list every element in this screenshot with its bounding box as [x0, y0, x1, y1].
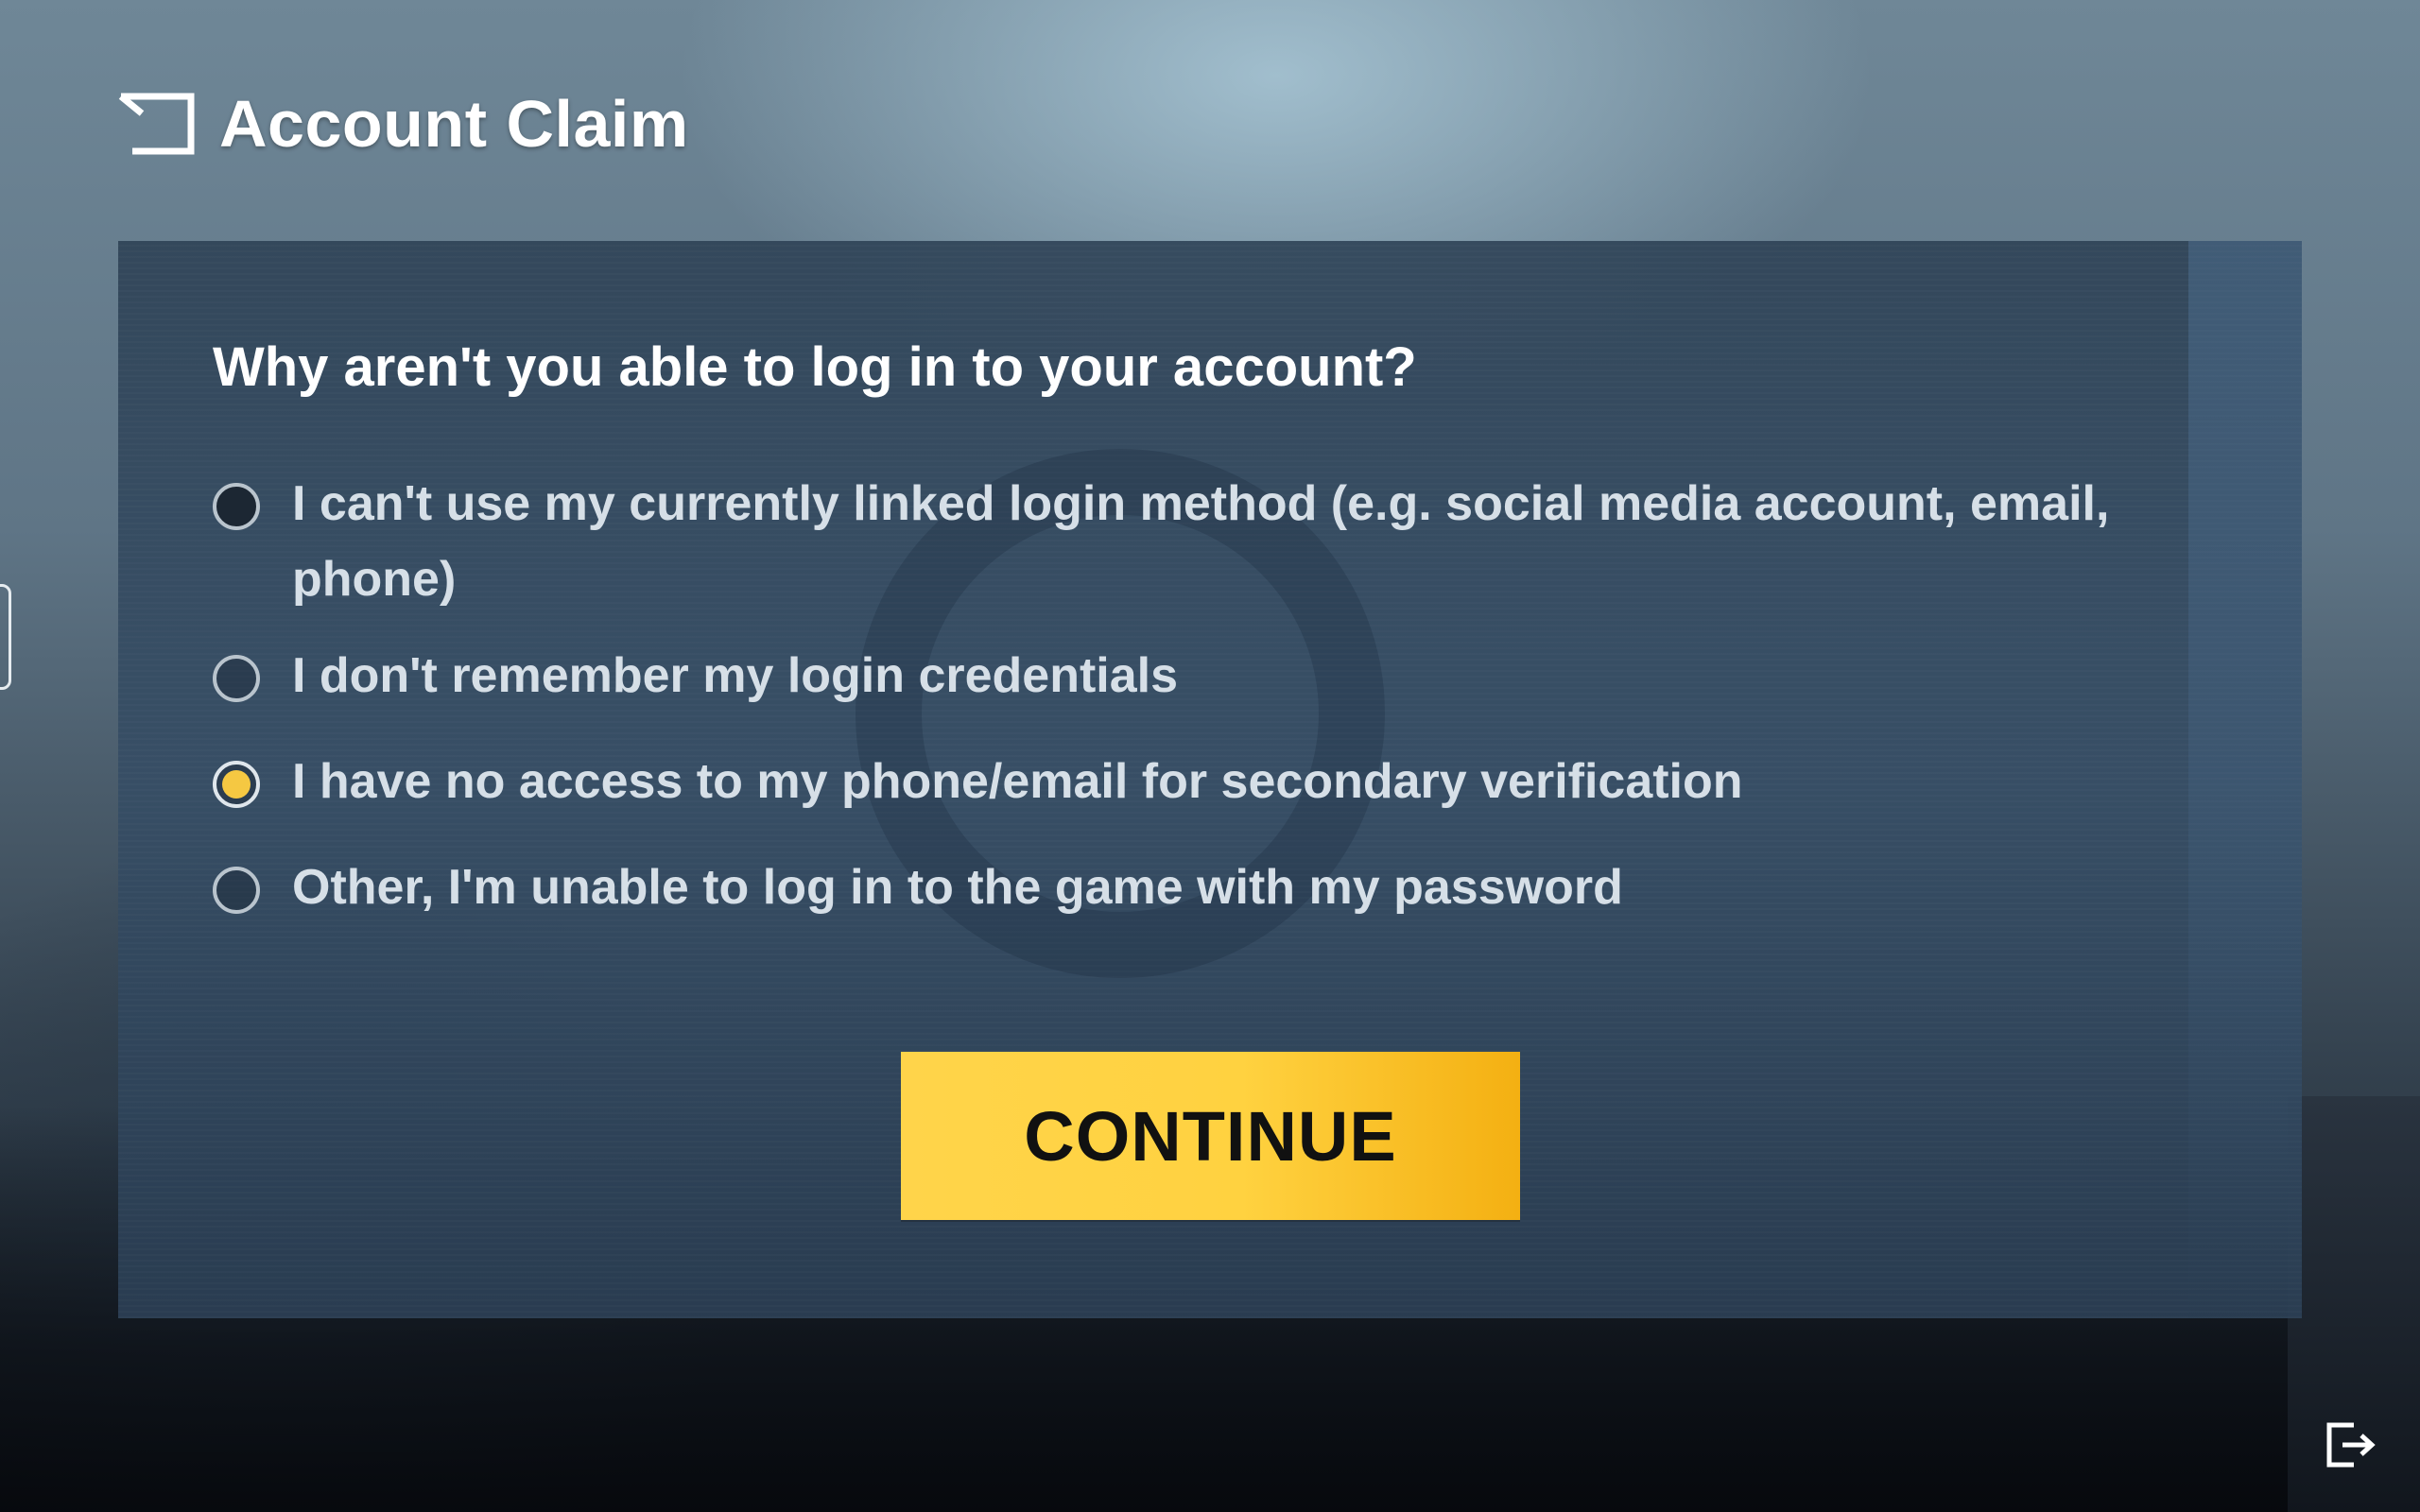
continue-button[interactable]: CONTINUE — [901, 1052, 1520, 1220]
radio-dot — [222, 770, 251, 799]
option-label: Other, I'm unable to log in to the game … — [292, 860, 1623, 915]
side-tab-icon[interactable] — [0, 584, 11, 690]
option-other[interactable]: Other, I'm unable to log in to the game … — [213, 860, 2217, 925]
continue-label: CONTINUE — [1024, 1096, 1397, 1176]
reason-options: I can't use my currently linked login me… — [213, 476, 2217, 925]
radio-button[interactable] — [213, 483, 260, 530]
page-title: Account Claim — [219, 87, 689, 161]
radio-button[interactable] — [213, 655, 260, 702]
radio-button[interactable] — [213, 867, 260, 914]
question-heading: Why aren't you able to log in to your ac… — [213, 336, 1417, 398]
option-label: I don't remember my login credentials — [292, 648, 1179, 703]
page-header: Account Claim — [117, 81, 689, 166]
back-arrow-icon[interactable] — [117, 93, 195, 155]
option-label: I have no access to my phone/email for s… — [292, 754, 1743, 809]
exit-icon[interactable] — [2325, 1421, 2377, 1469]
account-claim-panel: Why aren't you able to log in to your ac… — [118, 241, 2302, 1318]
option-label: I can't use my currently linked login me… — [292, 476, 2110, 607]
radio-button-selected[interactable] — [213, 761, 260, 808]
option-forgot-credentials[interactable]: I don't remember my login credentials — [213, 648, 2217, 713]
option-no-secondary-access[interactable]: I have no access to my phone/email for s… — [213, 754, 2217, 819]
option-linked-login[interactable]: I can't use my currently linked login me… — [213, 476, 2217, 617]
